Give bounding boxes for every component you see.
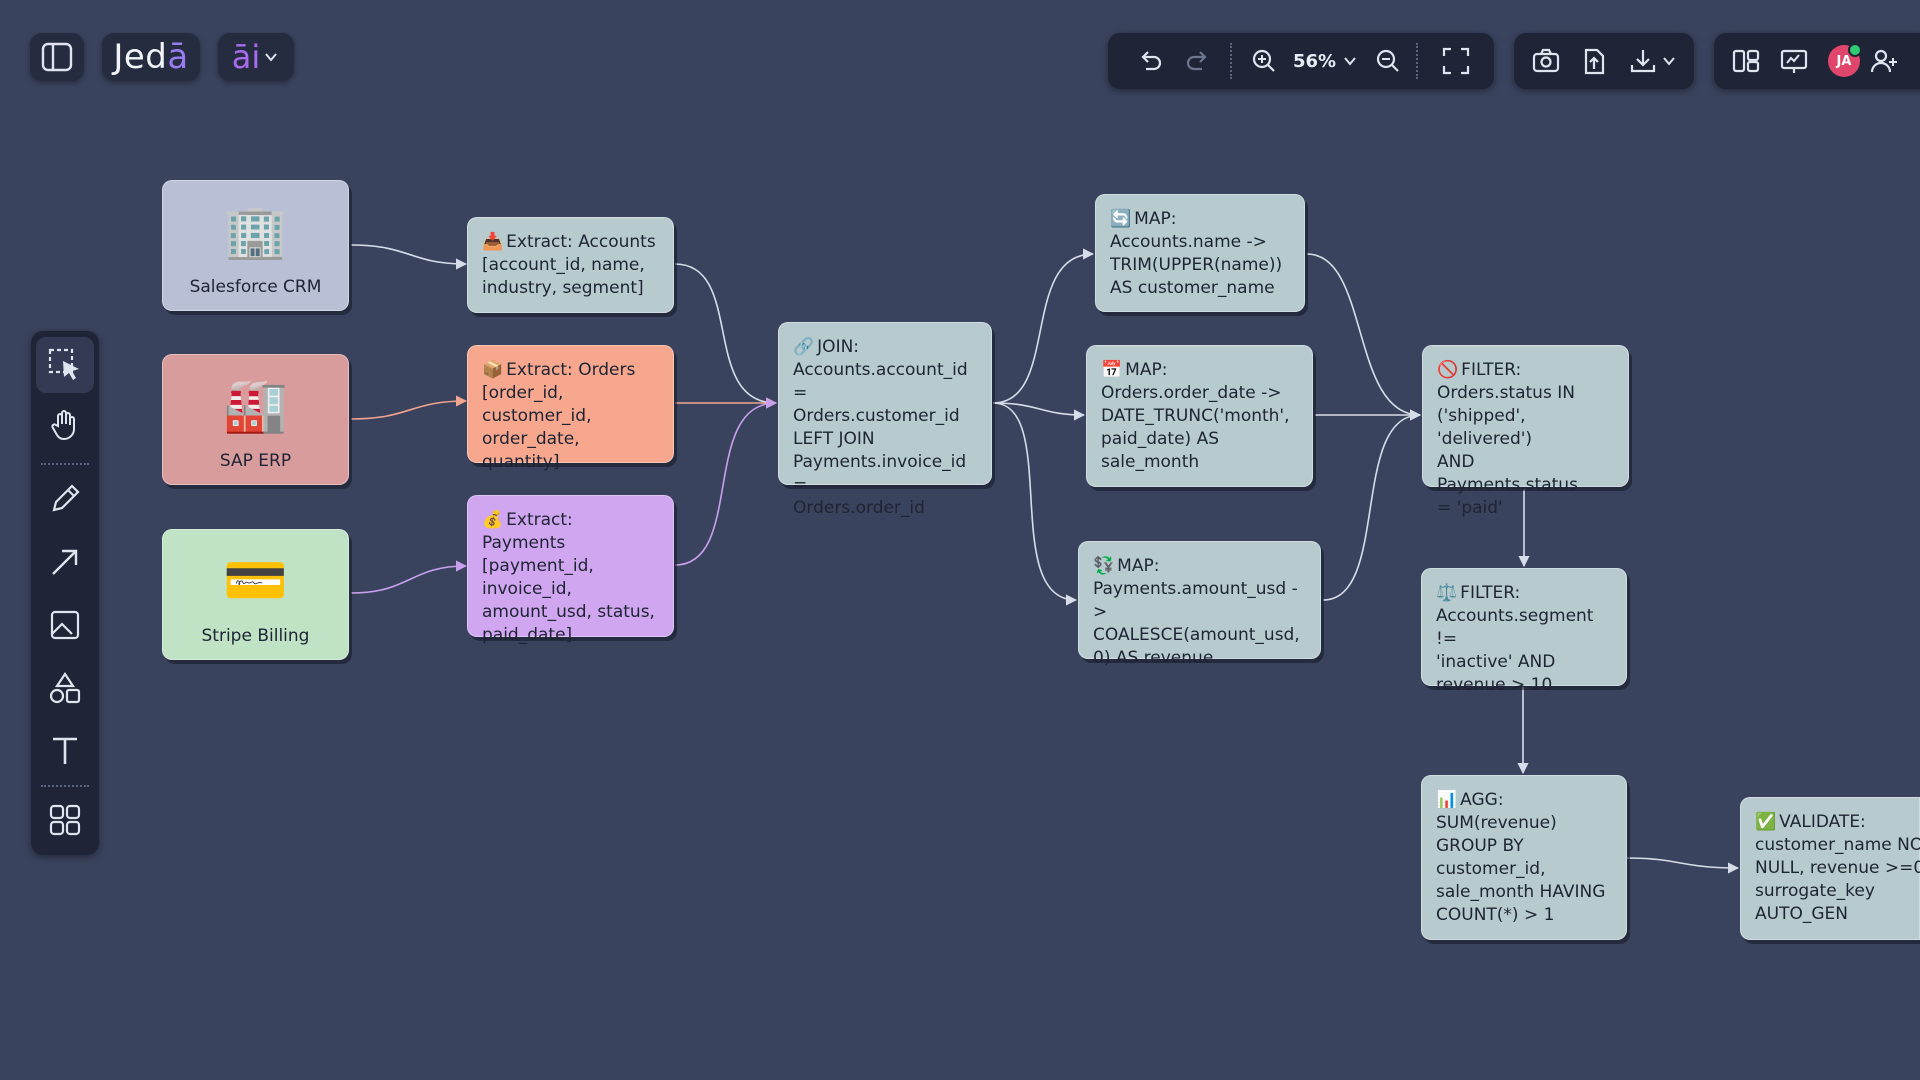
node-line: DATE_TRUNC('month', — [1101, 406, 1290, 426]
node-line: FILTER: — [1460, 583, 1521, 603]
node-line: sale_month HAVING — [1436, 882, 1606, 902]
source-sap-erp[interactable]: 🏭 SAP ERP — [162, 354, 349, 485]
node-line: = 'paid' — [1437, 498, 1503, 518]
link-icon: 🔗 — [793, 337, 815, 357]
node-line: industry, segment] — [482, 278, 644, 298]
factory-icon: 🏭 — [223, 376, 288, 436]
refresh-icon: 🔄 — [1110, 209, 1132, 229]
node-line: surrogate_key — [1755, 881, 1875, 901]
node-line: NULL, revenue >=0, — [1755, 858, 1920, 878]
node-line: Accounts.account_id = — [793, 360, 968, 403]
node-line: FILTER: — [1461, 360, 1522, 380]
check-mark-icon: ✅ — [1755, 812, 1777, 832]
node-line: amount_usd, status, — [482, 602, 655, 622]
node-line: JOIN: — [817, 337, 860, 357]
node-line: 0) AS revenue — [1093, 648, 1214, 668]
source-stripe-billing[interactable]: 💳 Stripe Billing — [162, 529, 349, 660]
node-line: GROUP BY — [1436, 836, 1524, 856]
node-line: VALIDATE: — [1779, 812, 1866, 832]
scales-icon: ⚖️ — [1436, 583, 1458, 603]
edge-join-map-amount — [992, 402, 1078, 606]
edge-salesforce-accounts — [350, 244, 468, 270]
edge-join-map-name — [992, 248, 1095, 404]
node-line: AND Payments.status — [1437, 452, 1578, 495]
node-line: [order_id, — [482, 383, 564, 403]
node-line: Payments.amount_usd -> — [1093, 579, 1298, 622]
package-icon: 📦 — [482, 360, 504, 380]
node-line: AS customer_name — [1110, 278, 1275, 298]
node-extract-orders[interactable]: 📦 Extract: Orders [order_id, customer_id,… — [467, 345, 674, 472]
credit-card-icon: 💳 — [223, 551, 288, 611]
node-line: MAP: — [1117, 556, 1160, 576]
source-salesforce-crm[interactable]: 🏢 Salesforce CRM — [162, 180, 349, 311]
money-bag-icon: 💰 — [482, 510, 504, 530]
calendar-icon: 📅 — [1101, 360, 1123, 380]
edge-map-amount-filter — [1322, 409, 1422, 601]
node-line: [account_id, name, — [482, 255, 645, 275]
node-filter-segment[interactable]: ⚖️ FILTER: Accounts.segment != 'inactive'… — [1421, 568, 1627, 695]
edge-payments-join — [674, 397, 778, 566]
source-label: Salesforce CRM — [189, 277, 322, 297]
node-line: TRIM(UPPER(name)) — [1110, 255, 1283, 275]
node-line: ('shipped', 'delivered') — [1437, 406, 1533, 449]
node-line: [payment_id, — [482, 556, 594, 576]
edge-join-map-date — [992, 402, 1086, 421]
node-line: revenue > 10 — [1436, 675, 1553, 695]
node-map-customer-name[interactable]: 🔄 MAP: Accounts.name -> TRIM(UPPER(name))… — [1095, 194, 1305, 312]
node-line: invoice_id, — [482, 579, 572, 599]
node-line: Orders.status IN — [1437, 383, 1575, 403]
currency-exchange-icon: 💱 — [1093, 556, 1115, 576]
node-line: paid_date] — [482, 625, 573, 645]
node-line: Accounts.segment != — [1436, 606, 1594, 649]
node-extract-accounts[interactable]: 📥 Extract: Accounts [account_id, name, in… — [467, 217, 674, 313]
source-label: SAP ERP — [219, 451, 292, 471]
inbox-icon: 📥 — [482, 232, 504, 252]
node-line: AGG: — [1460, 790, 1504, 810]
node-map-revenue[interactable]: 💱 MAP: Payments.amount_usd -> COALESCE(am… — [1078, 541, 1321, 668]
node-validate[interactable]: ✅ VALIDATE: customer_name NOT NULL, reven… — [1740, 797, 1920, 940]
node-line: Extract: Orders — [506, 360, 636, 380]
node-line: COALESCE(amount_usd, — [1093, 625, 1300, 645]
node-line: LEFT JOIN — [793, 429, 875, 449]
node-line: Orders.order_date -> — [1101, 383, 1282, 403]
node-line: paid_date) AS — [1101, 429, 1220, 449]
building-icon: 🏢 — [223, 202, 288, 262]
node-line: 'inactive' AND — [1436, 652, 1556, 672]
node-line: Orders.order_id — [793, 498, 925, 518]
node-line: Accounts.name -> — [1110, 232, 1267, 252]
node-extract-payments[interactable]: 💰 Extract: Payments [payment_id, invoice_… — [467, 495, 674, 645]
node-line: MAP: — [1125, 360, 1168, 380]
node-line: customer_id, — [482, 406, 592, 426]
node-line: customer_name NOT — [1755, 835, 1920, 855]
node-line: customer_id, — [1436, 859, 1546, 879]
source-label: Stripe Billing — [201, 626, 310, 646]
node-agg[interactable]: 📊 AGG: SUM(revenue) GROUP BY customer_id,… — [1421, 775, 1627, 940]
edge-agg-validate — [1625, 857, 1740, 874]
node-map-sale-month[interactable]: 📅 MAP: Orders.order_date -> DATE_TRUNC('m… — [1086, 345, 1313, 487]
node-line: COUNT(*) > 1 — [1436, 905, 1555, 925]
node-line: AUTO_GEN — [1755, 904, 1848, 924]
edge-stripe-payments — [350, 560, 468, 594]
bar-chart-icon: 📊 — [1436, 790, 1458, 810]
node-line: MAP: — [1134, 209, 1177, 229]
node-line: sale_month — [1101, 452, 1200, 472]
node-line: SUM(revenue) — [1436, 813, 1557, 833]
node-filter-status[interactable]: 🚫 FILTER: Orders.status IN ('shipped', 'd… — [1422, 345, 1629, 518]
edge-map-name-filter — [1306, 253, 1422, 421]
node-line: Extract: Accounts — [506, 232, 656, 252]
prohibited-icon: 🚫 — [1437, 360, 1459, 380]
edge-sap-orders — [350, 395, 468, 420]
node-join[interactable]: 🔗 JOIN: Accounts.account_id = Orders.cust… — [778, 322, 992, 518]
edge-accounts-join — [674, 263, 778, 409]
node-line: Orders.customer_id — [793, 406, 960, 426]
